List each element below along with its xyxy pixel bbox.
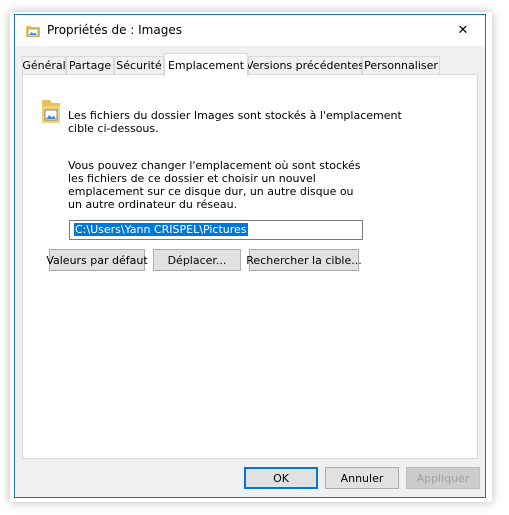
find-target-button[interactable]: Rechercher la cible... xyxy=(246,249,362,271)
tab-general[interactable]: Général xyxy=(22,56,66,74)
close-button[interactable]: ✕ xyxy=(441,15,485,46)
target-path-input[interactable]: C:\Users\Yann CRISPEL\Pictures xyxy=(69,220,363,240)
tab-label: Personnaliser xyxy=(364,59,438,72)
window-title: Propriétés de : Images xyxy=(47,23,182,37)
button-label: Appliquer xyxy=(416,471,470,485)
move-button[interactable]: Déplacer... xyxy=(153,249,241,271)
location-info-text: Les fichiers du dossier Images sont stoc… xyxy=(68,109,402,135)
tab-customize[interactable]: Personnaliser xyxy=(362,56,440,74)
button-label: Rechercher la cible... xyxy=(246,253,362,267)
location-panel: Les fichiers du dossier Images sont stoc… xyxy=(22,74,478,459)
apply-button[interactable]: Appliquer xyxy=(406,467,480,489)
close-icon: ✕ xyxy=(457,23,469,38)
tab-sharing[interactable]: Partage xyxy=(66,56,114,74)
ok-button[interactable]: OK xyxy=(244,467,318,489)
tab-label: Emplacement xyxy=(167,58,245,72)
button-label: Valeurs par défaut xyxy=(46,253,148,267)
title-bar[interactable]: Propriétés de : Images ✕ xyxy=(15,15,485,46)
tab-label: Général xyxy=(22,59,66,72)
folder-pictures-icon xyxy=(25,23,41,39)
tab-previous-versions[interactable]: Versions précédentes xyxy=(245,56,365,74)
tab-strip: Général Partage Sécurité Emplacement Ver… xyxy=(22,53,478,76)
tab-label: Partage xyxy=(68,59,112,72)
tab-security[interactable]: Sécurité xyxy=(114,56,164,74)
button-label: Déplacer... xyxy=(167,253,227,267)
tab-label: Versions précédentes xyxy=(245,59,365,72)
restore-default-button[interactable]: Valeurs par défaut xyxy=(46,249,148,271)
cancel-button[interactable]: Annuler xyxy=(325,467,399,489)
tab-location[interactable]: Emplacement xyxy=(164,53,248,76)
properties-dialog: Propriétés de : Images ✕ Général Partage… xyxy=(14,14,486,498)
location-description: Vous pouvez changer l'emplacement où son… xyxy=(68,159,361,211)
folder-pictures-icon xyxy=(39,98,63,126)
target-path-value: C:\Users\Yann CRISPEL\Pictures xyxy=(74,223,248,236)
tab-label: Sécurité xyxy=(116,59,162,72)
button-label: Annuler xyxy=(340,471,384,485)
button-label: OK xyxy=(273,471,289,485)
